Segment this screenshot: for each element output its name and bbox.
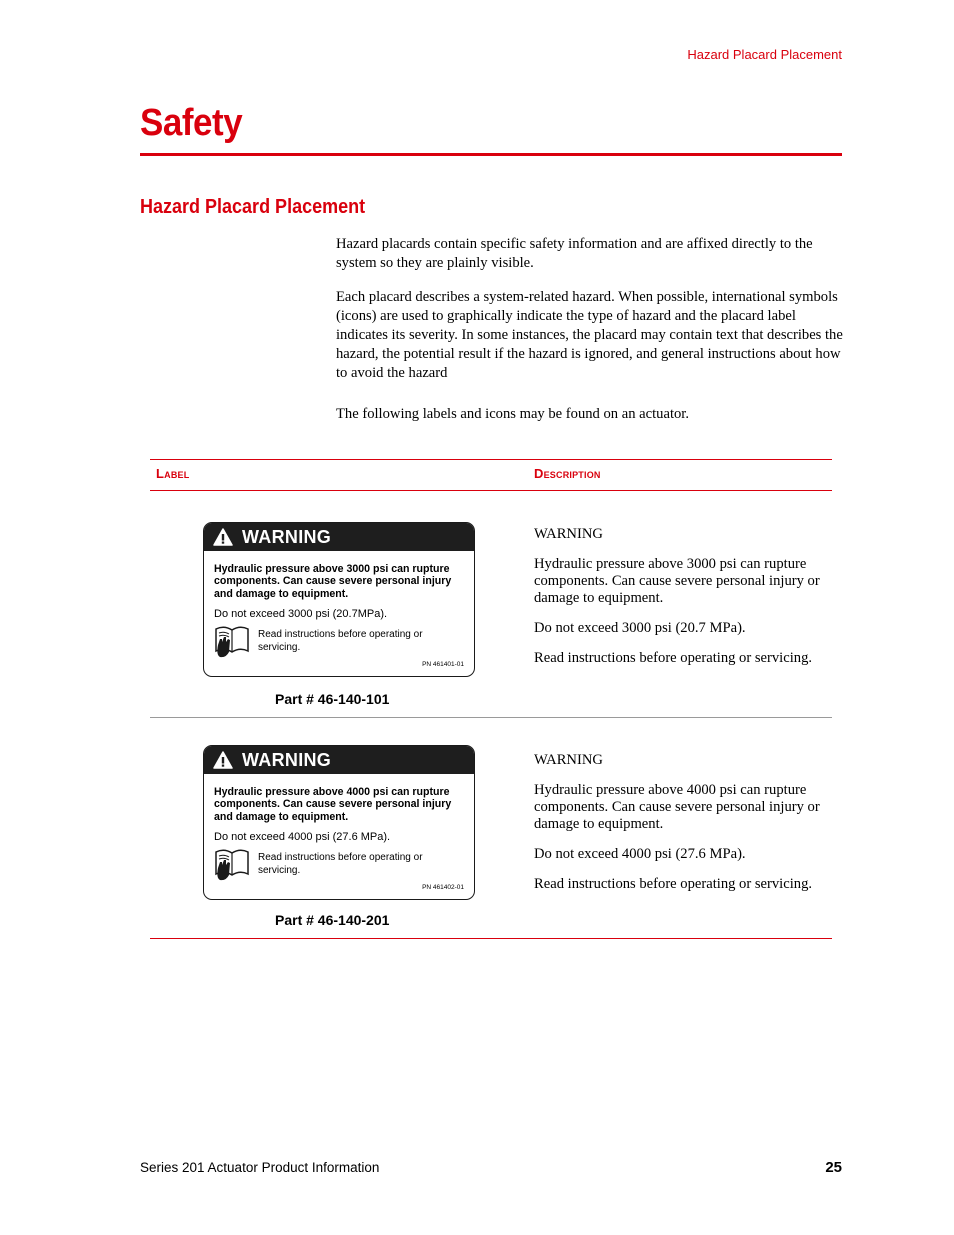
placard-pn: PN 461401-01 — [422, 661, 464, 668]
description-limit: Do not exceed 3000 psi (20.7 MPa). — [534, 620, 746, 636]
running-head: Hazard Placard Placement — [687, 47, 842, 62]
warning-placard: WARNING Hydraulic pressure above 4000 ps… — [203, 745, 475, 900]
footer-doc-title: Series 201 Actuator Product Information — [140, 1160, 380, 1175]
row-description: WARNING Hydraulic pressure above 4000 ps… — [534, 752, 834, 906]
placard-header: WARNING — [204, 523, 474, 551]
labels-intro-paragraph: The following labels and icons may be fo… — [336, 406, 689, 422]
description-hazard: Hydraulic pressure above 3000 psi can ru… — [534, 556, 820, 606]
placard-header-text: WARNING — [242, 749, 332, 770]
placard-pn: PN 461402-01 — [422, 884, 464, 891]
description-instruction: Read instructions before operating or se… — [534, 650, 813, 666]
part-number: Part # 46-140-101 — [275, 691, 390, 707]
placard-hazard-text: Hydraulic pressure above 4000 psi can ru… — [214, 786, 452, 823]
row-description: WARNING Hydraulic pressure above 3000 ps… — [534, 526, 834, 680]
chapter-title: Safety — [140, 102, 243, 144]
description-instruction: Read instructions before operating or se… — [534, 876, 813, 892]
description-hazard: Hydraulic pressure above 4000 psi can ru… — [534, 782, 820, 832]
description-limit: Do not exceed 4000 psi (27.6 MPa). — [534, 846, 746, 862]
column-header-label: Label — [156, 466, 190, 481]
warning-triangle-icon — [213, 528, 233, 546]
description-heading: WARNING — [534, 526, 603, 542]
table-bottom-rule — [150, 938, 832, 939]
placard-instruction-text: Read instructions before operating or se… — [258, 628, 423, 653]
read-manual-icon — [215, 849, 249, 881]
chapter-rule — [140, 153, 842, 156]
description-heading: WARNING — [534, 752, 603, 768]
warning-triangle-icon — [213, 751, 233, 769]
placard-description-paragraph: Each placard describes a system-related … — [336, 289, 843, 381]
placard-hazard-text: Hydraulic pressure above 3000 psi can ru… — [214, 563, 452, 600]
page-number: 25 — [825, 1159, 842, 1176]
row-divider — [150, 717, 832, 718]
read-manual-icon — [215, 626, 249, 658]
placard-limit-text: Do not exceed 4000 psi (27.6 MPa). — [214, 830, 391, 843]
part-number: Part # 46-140-201 — [275, 912, 390, 928]
table-header-rule — [150, 490, 832, 491]
placard-header: WARNING — [204, 746, 474, 774]
placard-instruction-text: Read instructions before operating or se… — [258, 851, 423, 876]
intro-paragraph: Hazard placards contain specific safety … — [336, 236, 813, 271]
warning-placard: WARNING Hydraulic pressure above 3000 ps… — [203, 522, 475, 677]
placard-limit-text: Do not exceed 3000 psi (20.7MPa). — [214, 607, 388, 620]
section-title: Hazard Placard Placement — [140, 196, 366, 218]
placard-header-text: WARNING — [242, 526, 332, 547]
column-header-description: Description — [534, 466, 601, 481]
table-top-rule — [150, 459, 832, 460]
